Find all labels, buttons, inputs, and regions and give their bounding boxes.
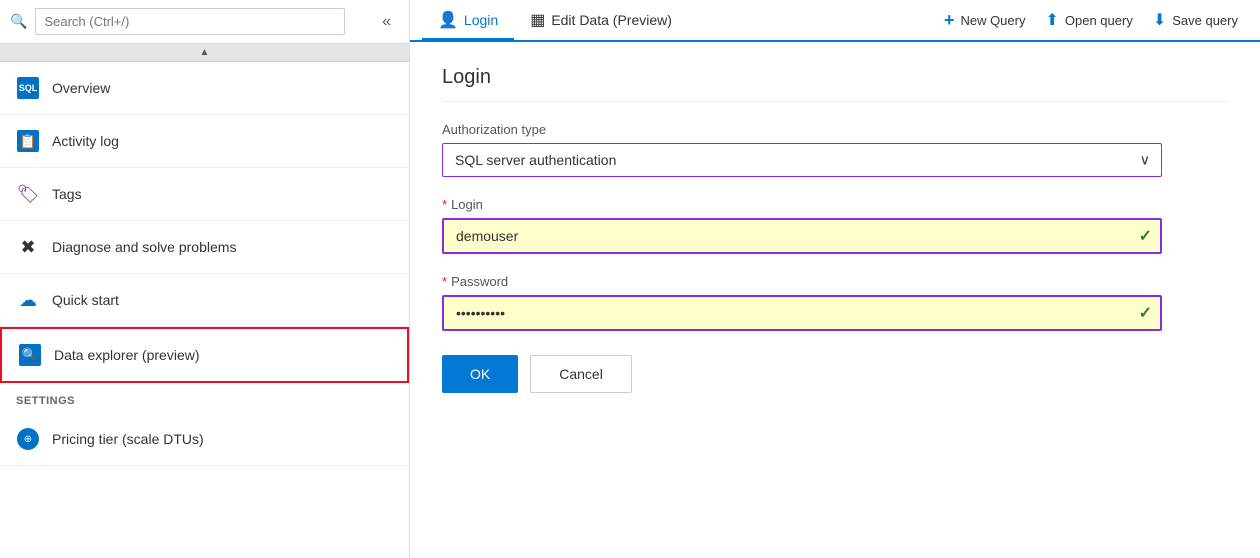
new-query-button[interactable]: + New Query: [934, 4, 1036, 37]
tab-edit-data[interactable]: ▦ Edit Data (Preview): [514, 2, 688, 40]
sidebar-item-activity-log[interactable]: 📋 Activity log: [0, 115, 409, 168]
auth-type-label: Authorization type: [442, 122, 1228, 137]
search-input[interactable]: [35, 8, 345, 35]
quick-start-icon: ☁: [16, 288, 40, 312]
data-explorer-icon: 🔍: [18, 343, 42, 367]
ok-button[interactable]: OK: [442, 355, 518, 393]
login-input[interactable]: [442, 218, 1162, 254]
auth-type-select-wrapper: SQL server authenticationActive Director…: [442, 143, 1162, 177]
auth-type-group: Authorization type SQL server authentica…: [442, 122, 1228, 177]
auth-type-select[interactable]: SQL server authenticationActive Director…: [442, 143, 1162, 177]
sidebar-item-diagnose[interactable]: ✖ Diagnose and solve problems: [0, 221, 409, 274]
tab-login[interactable]: 👤 Login: [422, 2, 514, 40]
main-content: 👤 Login ▦ Edit Data (Preview) + New Quer…: [410, 0, 1260, 558]
sidebar-item-tags[interactable]: 🏷 Tags: [0, 168, 409, 221]
login-check-icon: ✓: [1139, 226, 1152, 246]
password-required-star: *: [442, 274, 447, 289]
open-query-button[interactable]: ⬆ Open query: [1035, 4, 1142, 36]
login-label: *Login: [442, 197, 1228, 212]
activity-log-icon: 📋: [16, 129, 40, 153]
sidebar-item-pricing-tier[interactable]: ⊕ Pricing tier (scale DTUs): [0, 413, 409, 466]
diagnose-icon: ✖: [16, 235, 40, 259]
password-label: *Password: [442, 274, 1228, 289]
nav-list: SQL Overview 📋 Activity log 🏷 Tags ✖ Dia…: [0, 62, 409, 558]
open-query-icon: ⬆: [1045, 10, 1058, 30]
tab-bar: 👤 Login ▦ Edit Data (Preview) + New Quer…: [410, 0, 1260, 42]
pricing-icon: ⊕: [16, 427, 40, 451]
sidebar-item-data-explorer[interactable]: 🔍 Data explorer (preview): [0, 327, 409, 383]
save-query-button[interactable]: ⬇ Save query: [1143, 4, 1248, 36]
page-title: Login: [442, 66, 1228, 102]
settings-section-header: SETTINGS: [0, 383, 409, 413]
login-required-star: *: [442, 197, 447, 212]
password-input[interactable]: [442, 295, 1162, 331]
tags-icon: 🏷: [16, 182, 40, 206]
new-query-icon: +: [944, 10, 955, 31]
login-input-wrapper: ✓: [442, 218, 1162, 254]
cancel-button[interactable]: Cancel: [530, 355, 632, 393]
scroll-up-arrow[interactable]: ▲: [0, 44, 409, 62]
sidebar-item-overview[interactable]: SQL Overview: [0, 62, 409, 115]
login-tab-icon: 👤: [438, 10, 458, 30]
collapse-button[interactable]: «: [374, 9, 399, 35]
save-query-icon: ⬇: [1153, 10, 1166, 30]
form-actions: OK Cancel: [442, 355, 1228, 393]
password-check-icon: ✓: [1139, 303, 1152, 323]
overview-icon: SQL: [16, 76, 40, 100]
sidebar: 🔍 « ▲ SQL Overview 📋 Activity log 🏷 Tags: [0, 0, 410, 558]
sidebar-item-quick-start[interactable]: ☁ Quick start: [0, 274, 409, 327]
search-icon: 🔍: [10, 13, 27, 30]
search-bar: 🔍 «: [0, 0, 409, 44]
password-input-wrapper: ✓: [442, 295, 1162, 331]
login-group: *Login ✓: [442, 197, 1228, 254]
edit-data-tab-icon: ▦: [530, 10, 545, 30]
login-form: Login Authorization type SQL server auth…: [410, 42, 1260, 558]
password-group: *Password ✓: [442, 274, 1228, 331]
